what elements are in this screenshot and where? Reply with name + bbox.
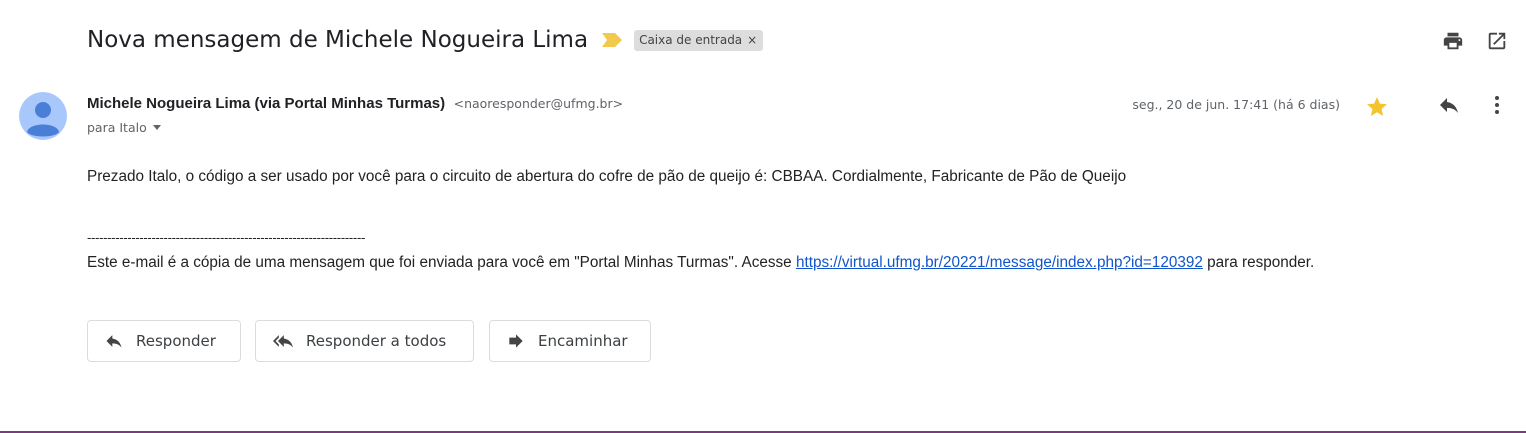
more-vertical-icon[interactable]: [1485, 93, 1509, 117]
sender-avatar[interactable]: [19, 92, 67, 140]
body-separator: ----------------------------------------…: [87, 230, 366, 245]
reply-button-label: Responder: [136, 332, 216, 350]
sender-email: <naoresponder@ufmg.br>: [453, 96, 624, 111]
footer-suffix: para responder.: [1202, 254, 1315, 271]
forward-button-label: Encaminhar: [538, 332, 628, 350]
forward-icon: [509, 334, 523, 348]
inbox-label-chip[interactable]: Caixa de entrada ×: [634, 29, 764, 51]
subject-row: Nova mensagem de Michele Nogueira Lima C…: [87, 22, 764, 58]
forward-button[interactable]: Encaminhar: [489, 320, 651, 362]
reply-all-icon: [273, 335, 293, 348]
remove-label-button[interactable]: ×: [747, 33, 757, 47]
print-icon[interactable]: [1442, 30, 1464, 52]
reply-all-button-label: Responder a todos: [306, 332, 447, 350]
importance-marker-icon[interactable]: [602, 33, 623, 47]
reply-all-button[interactable]: Responder a todos: [255, 320, 474, 362]
message-body: Prezado Italo, o código a ser usado por …: [87, 168, 1127, 185]
inbox-label-text: Caixa de entrada: [639, 33, 743, 47]
recipients-text: para Italo: [87, 120, 147, 135]
message-date: seg., 20 de jun. 17:41 (há 6 dias): [1132, 97, 1340, 112]
open-in-new-window-icon[interactable]: [1486, 30, 1508, 52]
reply-button[interactable]: Responder: [87, 320, 241, 362]
email-subject: Nova mensagem de Michele Nogueira Lima: [87, 27, 589, 53]
sender-name[interactable]: Michele Nogueira Lima (via Portal Minhas…: [87, 95, 445, 112]
reply-icon: [106, 335, 122, 348]
message-link[interactable]: https://virtual.ufmg.br/20221/message/in…: [796, 254, 1203, 271]
chevron-down-icon[interactable]: [152, 125, 161, 130]
recipients-toggle[interactable]: para Italo: [87, 120, 161, 135]
from-line: Michele Nogueira Lima (via Portal Minhas…: [87, 95, 623, 113]
star-icon[interactable]: [1365, 95, 1389, 119]
email-view: Nova mensagem de Michele Nogueira Lima C…: [0, 0, 1526, 433]
footer-prefix: Este e-mail é a cópia de uma mensagem qu…: [87, 254, 796, 271]
message-footer: Este e-mail é a cópia de uma mensagem qu…: [87, 254, 1314, 272]
reply-icon[interactable]: [1437, 93, 1461, 117]
